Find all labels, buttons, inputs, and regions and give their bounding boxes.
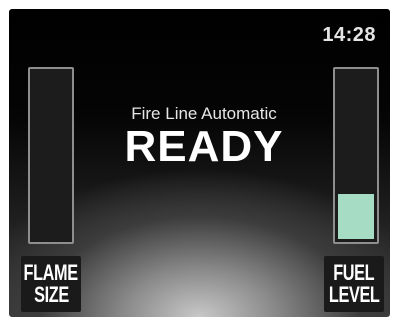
device-name: Fire Line Automatic <box>131 104 277 123</box>
flame-size-label-line2: SIZE <box>33 282 69 307</box>
fuel-level-gauge-fill <box>338 194 374 239</box>
fireplace-display: 14:28 FLAME SIZE Fire Line Automatic REA… <box>9 9 390 317</box>
fuel-level-gauge <box>333 67 379 244</box>
fuel-level-label-line1: FUEL <box>333 260 375 285</box>
status-text: READY <box>124 122 284 171</box>
flame-size-label-line1: FLAME <box>23 260 79 285</box>
status-area: Fire Line Automatic READY <box>104 104 304 170</box>
fuel-level-label-line2: LEVEL <box>328 282 380 307</box>
fuel-level-button[interactable]: FUEL LEVEL <box>324 256 384 312</box>
clock-time: 14:28 <box>322 24 376 46</box>
flame-size-button[interactable]: FLAME SIZE <box>21 256 81 312</box>
flame-size-gauge[interactable] <box>28 67 74 244</box>
